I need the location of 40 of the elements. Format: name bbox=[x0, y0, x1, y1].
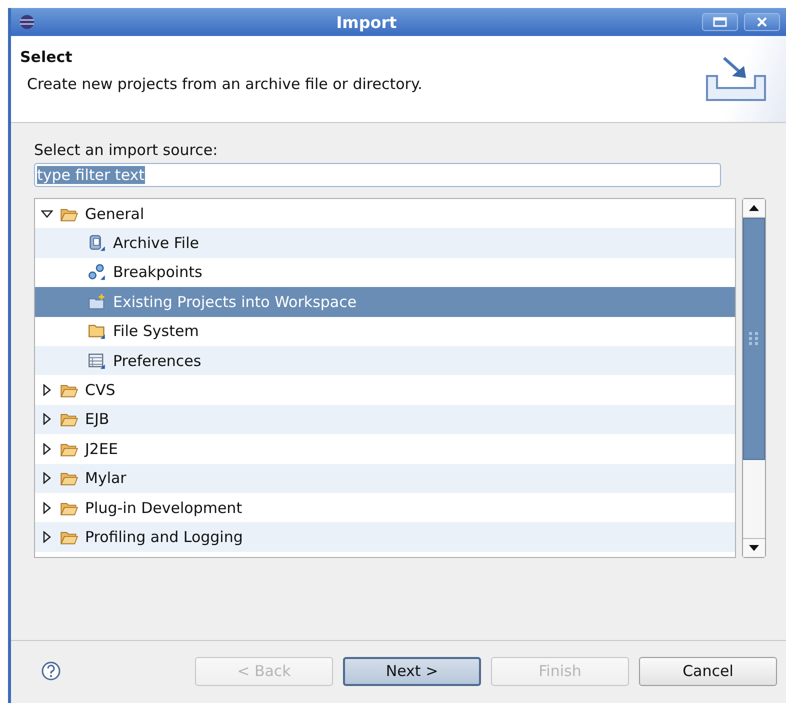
project-folder-icon bbox=[87, 292, 107, 311]
tree-item[interactable]: General bbox=[35, 199, 736, 228]
tree-item[interactable]: Plug-in Development bbox=[35, 492, 736, 522]
dialog-button[interactable]: Next > bbox=[343, 656, 481, 686]
dialog-button[interactable]: Cancel bbox=[639, 656, 777, 686]
page-description: Create new projects from an archive file or directory. bbox=[26, 75, 424, 93]
scrollbar[interactable] bbox=[742, 198, 766, 558]
sphere-logo-icon bbox=[17, 14, 37, 30]
tree-item[interactable]: CVS bbox=[35, 375, 736, 405]
window-title: Import bbox=[335, 12, 398, 32]
scroll-down-icon[interactable] bbox=[749, 545, 760, 551]
maximize-button[interactable] bbox=[702, 13, 738, 31]
tree-item[interactable]: Profiling and Logging bbox=[35, 522, 736, 552]
archive-icon bbox=[87, 234, 107, 252]
expand-arrow-icon[interactable] bbox=[41, 442, 53, 455]
tree-item[interactable]: Archive File bbox=[35, 228, 736, 258]
folder-icon bbox=[87, 322, 107, 340]
expand-arrow-icon[interactable] bbox=[41, 384, 53, 396]
tree-item[interactable]: Breakpoints bbox=[35, 258, 736, 288]
preferences-icon bbox=[87, 352, 107, 370]
tree-item[interactable]: File System bbox=[35, 316, 736, 346]
tree-item[interactable]: Mylar bbox=[35, 464, 736, 493]
expand-arrow-icon[interactable] bbox=[41, 530, 53, 543]
import-source-label: Select an import source: bbox=[34, 141, 218, 159]
expand-arrow-icon[interactable] bbox=[41, 472, 53, 484]
tree-item[interactable]: EJB bbox=[35, 404, 736, 434]
collapse-arrow-icon[interactable] bbox=[41, 208, 53, 220]
tree-item[interactable]: J2EE bbox=[35, 434, 736, 464]
grip-icon bbox=[749, 332, 760, 346]
page-title: Select bbox=[20, 48, 74, 66]
close-button[interactable] bbox=[744, 13, 780, 31]
close-icon bbox=[756, 17, 768, 27]
help-icon[interactable] bbox=[41, 661, 61, 681]
expand-arrow-icon[interactable] bbox=[41, 413, 53, 426]
import-tray-icon bbox=[704, 54, 768, 104]
breakpoints-icon bbox=[87, 263, 107, 282]
scroll-up-icon[interactable] bbox=[749, 205, 760, 211]
maximize-icon bbox=[713, 17, 727, 27]
expand-arrow-icon[interactable] bbox=[41, 502, 53, 514]
tree-item[interactable]: Preferences bbox=[35, 346, 736, 376]
